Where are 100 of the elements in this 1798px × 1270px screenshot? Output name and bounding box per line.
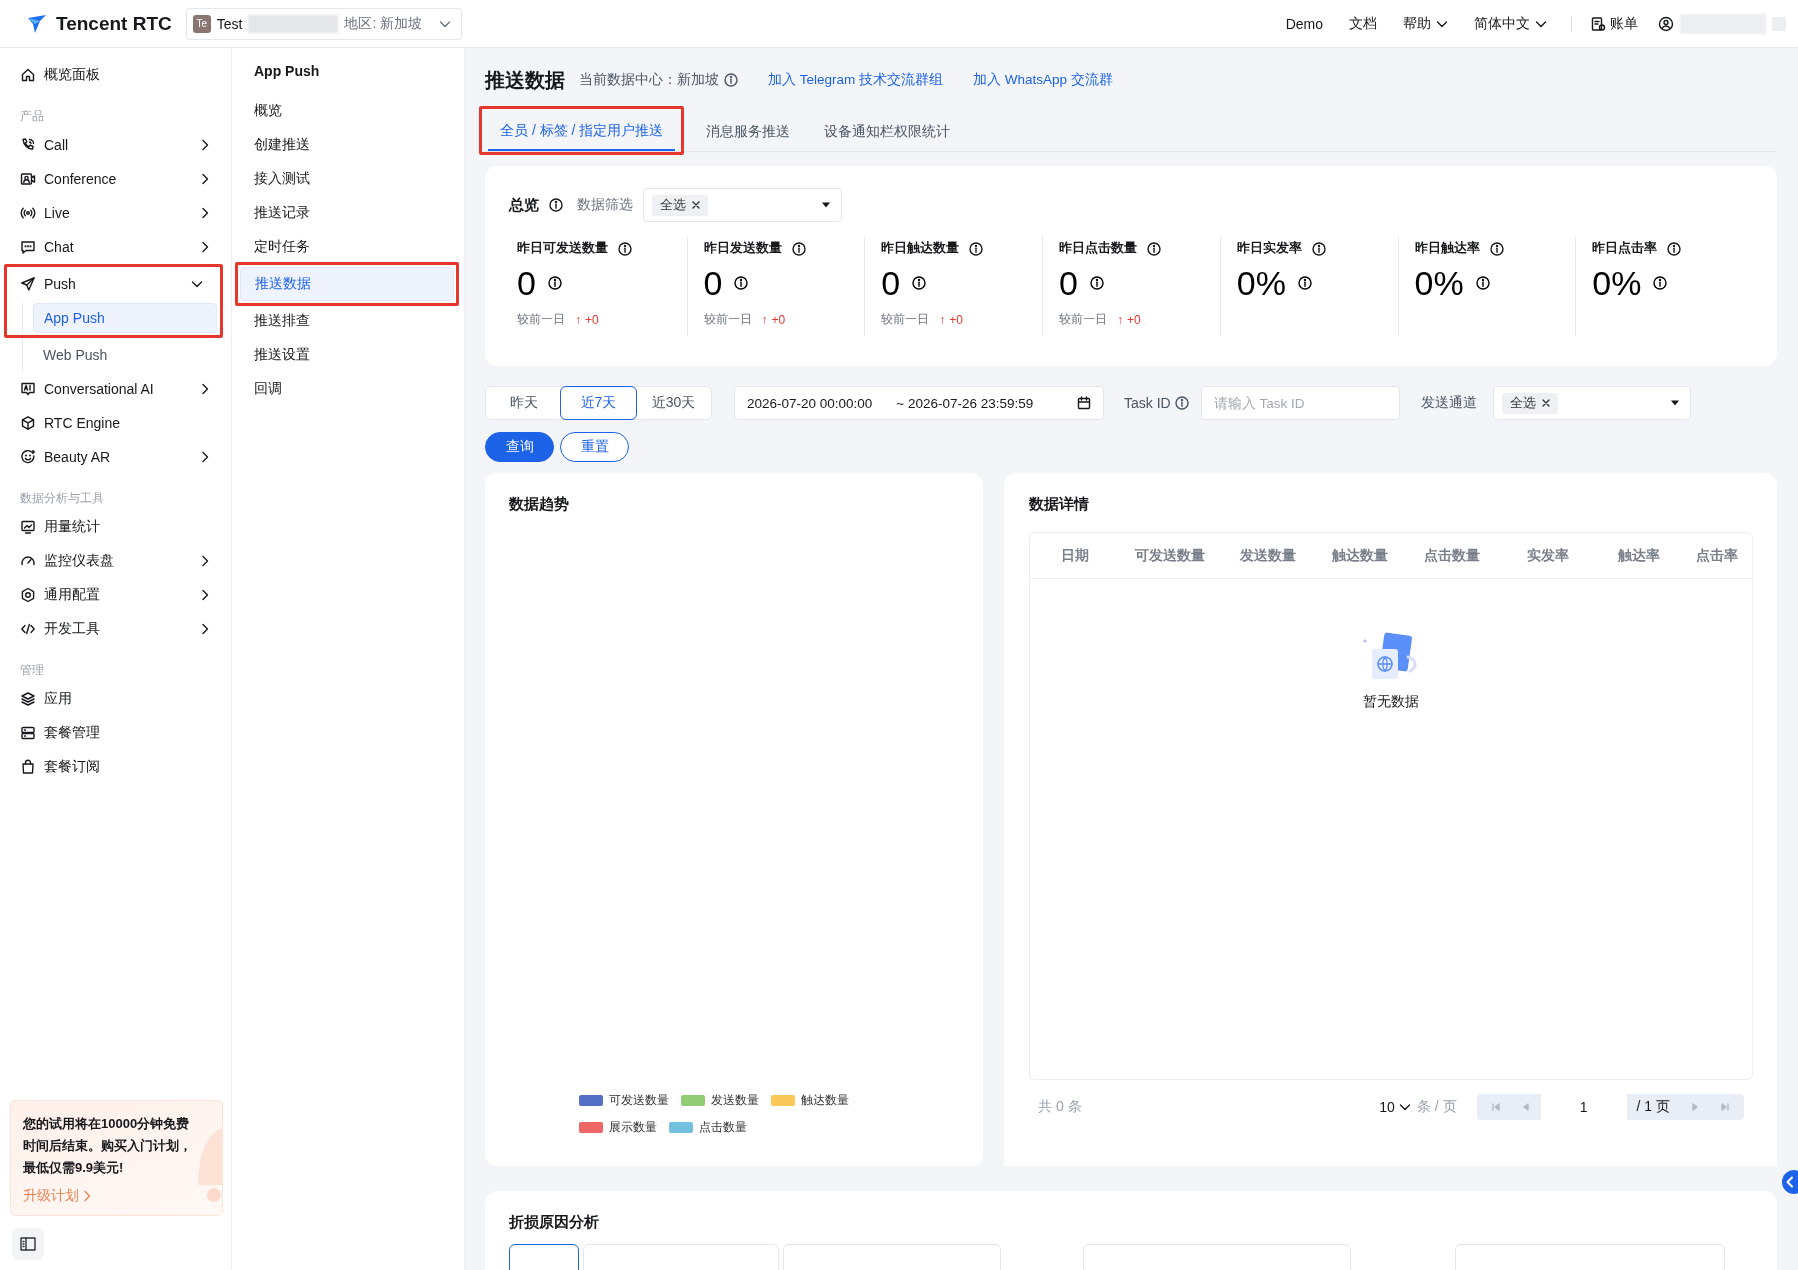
subnav-item[interactable]: 推送数据 <box>240 267 454 301</box>
data-filter-select[interactable]: 全选 <box>643 188 842 222</box>
nav-item[interactable]: Call <box>10 128 223 162</box>
caret-icon <box>821 202 831 208</box>
nav-link[interactable]: 文档 <box>1349 14 1377 33</box>
smile-icon <box>20 449 36 465</box>
filter-field[interactable] <box>1083 1244 1351 1270</box>
info-icon <box>1489 241 1504 256</box>
metric-value: 0% <box>1236 263 1286 303</box>
subnav-item[interactable]: 创建推送 <box>240 128 454 162</box>
tab[interactable]: 消息服务推送 <box>694 114 803 152</box>
broadcast-icon <box>20 205 36 221</box>
first-page-icon[interactable] <box>1490 1102 1501 1112</box>
metric-label: 昨日点击率 <box>1592 240 1658 257</box>
nav-subitem[interactable]: App Push <box>33 303 217 333</box>
subnav-item[interactable]: 概览 <box>240 94 454 128</box>
metric-value: 0 <box>703 263 723 303</box>
nav-item[interactable]: Conference <box>10 162 223 196</box>
info-icon <box>724 73 738 87</box>
channel-select[interactable]: 全选 <box>1492 386 1691 420</box>
nav-item[interactable]: Live <box>10 196 223 230</box>
billing-link[interactable]: 账单 <box>1590 14 1638 33</box>
close-icon <box>1541 399 1550 407</box>
nav-item[interactable]: Conversational AI <box>10 372 223 406</box>
nav-item[interactable]: Push <box>10 267 217 301</box>
subnav-item[interactable]: 推送设置 <box>240 338 454 372</box>
compare-label: 较前一日 <box>881 311 930 328</box>
filter-field[interactable] <box>583 1244 779 1270</box>
chat-icon <box>20 239 36 255</box>
server-icon <box>20 725 36 741</box>
task-id-field[interactable]: 请输入 Task ID <box>1200 386 1400 420</box>
metric-value: 0 <box>1059 263 1078 303</box>
page-size-select[interactable]: 10 <box>1379 1099 1411 1115</box>
info-icon <box>1297 276 1312 290</box>
send-icon <box>20 276 36 292</box>
range-option[interactable]: 近30天 <box>636 387 711 419</box>
nav-item[interactable]: 开发工具 <box>10 612 223 646</box>
nav-item[interactable]: 套餐管理 <box>10 716 223 750</box>
range-option[interactable] <box>509 1244 579 1270</box>
page-title: 推送数据 <box>485 67 565 93</box>
nav-item[interactable]: 应用 <box>10 682 223 716</box>
page-input[interactable]: 1 <box>1540 1094 1627 1120</box>
info-icon <box>1653 276 1668 290</box>
nav-item[interactable]: 监控仪表盘 <box>10 544 223 578</box>
section-title: 折损原因分析 <box>509 1213 599 1230</box>
user-icon[interactable] <box>1658 15 1674 32</box>
tab[interactable]: 设备通知栏权限统计 <box>812 114 963 152</box>
dropdown-menu[interactable]: 简体中文 <box>1474 14 1547 33</box>
nav-item[interactable]: RTC Engine <box>10 406 223 440</box>
shopping-bag-icon <box>20 759 36 775</box>
nav-item[interactable]: Chat <box>10 230 223 264</box>
nav-item[interactable]: 概览面板 <box>10 58 223 92</box>
subnav-item[interactable]: 推送记录 <box>240 196 454 230</box>
nav-subitem[interactable]: Web Push <box>33 340 223 370</box>
chevron-down-icon <box>1535 19 1547 28</box>
reset-button[interactable]: 重置 <box>560 432 629 462</box>
nav-item[interactable]: Beauty AR <box>10 440 223 474</box>
community-link[interactable]: 加入 WhatsApp 交流群 <box>973 71 1113 89</box>
metric-label: 昨日可发送数量 <box>517 240 608 257</box>
chevron-left-icon <box>1786 1176 1794 1188</box>
query-button[interactable]: 查询 <box>485 432 554 462</box>
nav-item[interactable]: 通用配置 <box>10 578 223 612</box>
compare-label: 较前一日 <box>1059 311 1108 328</box>
date-range-field[interactable]: 2026-07-20 00:00:00 ~ 2026-07-26 23:59:59 <box>734 386 1104 420</box>
code-icon <box>20 621 36 637</box>
info-icon <box>1311 241 1326 256</box>
range-option[interactable]: 昨天 <box>486 387 561 419</box>
trend-arrow: ↑ <box>1117 312 1124 327</box>
community-link[interactable]: 加入 Telegram 技术交流群组 <box>768 71 944 89</box>
dropdown-menu[interactable]: 帮助 <box>1403 14 1448 33</box>
filter-tag[interactable]: 全选 <box>1501 392 1558 414</box>
legend-label: 发送数量 <box>711 1092 759 1109</box>
chevron-right-icon <box>201 589 209 601</box>
total-count: 共 0 条 <box>1038 1098 1082 1116</box>
subnav-item[interactable]: 回调 <box>240 372 454 406</box>
filter-tag[interactable]: 全选 <box>652 194 708 216</box>
info-icon <box>1475 276 1490 290</box>
ai-icon <box>20 381 36 397</box>
info-icon <box>618 241 632 256</box>
filter-field[interactable] <box>783 1244 1001 1270</box>
last-page-icon[interactable] <box>1720 1102 1730 1112</box>
section-title: 数据趋势 <box>509 495 570 514</box>
subnav-item[interactable]: 推送排查 <box>240 304 454 338</box>
settings-icon <box>20 587 36 603</box>
nav-item[interactable]: 用量统计 <box>10 510 223 544</box>
collapse-sidebar-button[interactable] <box>12 1228 44 1260</box>
info-icon <box>912 276 927 290</box>
logo-icon <box>26 12 48 35</box>
range-option[interactable]: 近7天 <box>560 386 637 420</box>
nav-item[interactable]: 套餐订阅 <box>10 750 223 784</box>
subnav-item[interactable]: 定时任务 <box>240 230 454 264</box>
tab[interactable]: 全员 / 标签 / 指定用户推送 <box>488 113 676 151</box>
layers-icon <box>20 691 36 707</box>
nav-link[interactable]: Demo <box>1285 15 1323 32</box>
subnav-item[interactable]: 接入测试 <box>240 162 454 196</box>
filter-field[interactable] <box>1455 1244 1725 1270</box>
section-heading: 数据分析与工具 <box>19 490 105 507</box>
next-page-icon[interactable] <box>1690 1102 1700 1112</box>
column-header: 点击率 <box>1695 546 1739 565</box>
project-selector[interactable]: Te Test 地区: 新加坡 <box>185 7 462 40</box>
